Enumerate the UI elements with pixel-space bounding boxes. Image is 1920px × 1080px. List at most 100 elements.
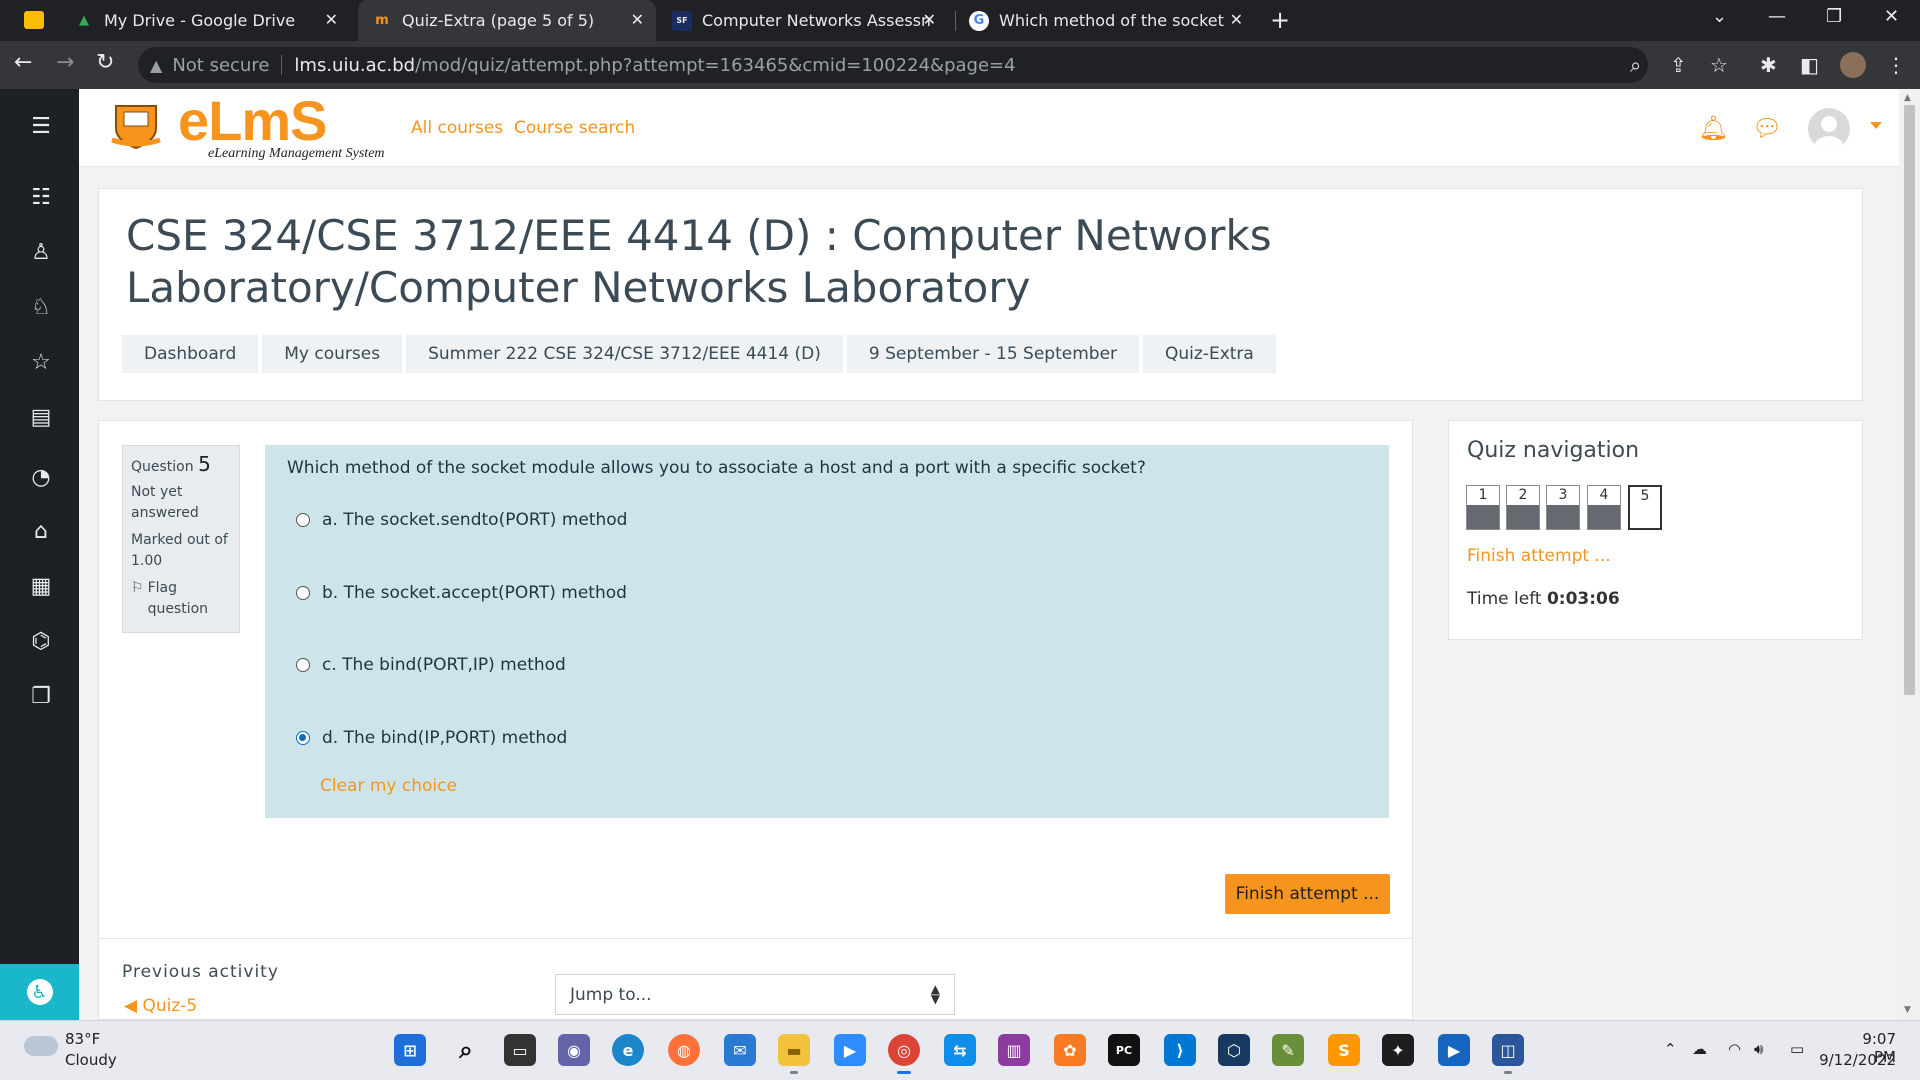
profile-avatar[interactable] bbox=[1840, 52, 1866, 78]
finish-attempt-button[interactable]: Finish attempt ... bbox=[1225, 874, 1390, 914]
start-windows-icon[interactable]: ⊞ bbox=[394, 1034, 426, 1066]
snipping-tool-icon[interactable]: ◫ bbox=[1492, 1034, 1524, 1066]
vscode-icon[interactable]: ⟩ bbox=[1164, 1034, 1196, 1066]
quiz-nav-button-3[interactable]: 3 bbox=[1546, 485, 1580, 530]
task-view-icon[interactable]: ▭ bbox=[504, 1034, 536, 1066]
breadcrumb-course[interactable]: Summer 222 CSE 324/CSE 3712/EEE 4414 (D) bbox=[406, 335, 843, 373]
file-explorer-icon[interactable]: ▬ bbox=[778, 1034, 810, 1066]
zoom-icon[interactable]: ⌕ bbox=[1630, 53, 1641, 77]
cloud-icon[interactable] bbox=[24, 1036, 58, 1056]
mail-icon[interactable]: ✉ bbox=[724, 1034, 756, 1066]
quiz-nav-finish-link[interactable]: Finish attempt ... bbox=[1467, 546, 1611, 566]
weather-temperature[interactable]: 83°F bbox=[65, 1030, 100, 1048]
paint-app-icon[interactable]: ✎ bbox=[1272, 1034, 1304, 1066]
winrar-icon[interactable]: ▥ bbox=[998, 1034, 1030, 1066]
forward-icon[interactable]: → bbox=[56, 50, 74, 75]
minimize-icon[interactable]: — bbox=[1768, 6, 1786, 27]
star-icon[interactable]: ☆ bbox=[28, 349, 54, 375]
back-icon[interactable]: ← bbox=[14, 50, 32, 75]
scroll-up-arrow-icon[interactable]: ▲ bbox=[1904, 93, 1911, 103]
firefox-icon[interactable]: ◍ bbox=[668, 1034, 700, 1066]
user-icon[interactable]: ♙ bbox=[28, 239, 54, 265]
scrollbar-thumb[interactable] bbox=[1904, 105, 1915, 695]
share-icon[interactable]: ⇪ bbox=[1670, 53, 1687, 77]
dashboard-gauge-icon[interactable]: ◔ bbox=[28, 464, 54, 490]
elms-logo[interactable]: eLmS bbox=[178, 88, 327, 153]
extensions-icon[interactable]: ✱ bbox=[1760, 53, 1777, 77]
quiz-nav-button-1[interactable]: 1 bbox=[1466, 485, 1500, 530]
tab-list-icon[interactable]: ⌄ bbox=[1712, 6, 1727, 27]
wifi-icon[interactable]: ◠ bbox=[1728, 1040, 1741, 1058]
answer-option-b[interactable]: b. The socket.accept(PORT) method bbox=[296, 583, 627, 603]
list-icon[interactable]: ☷ bbox=[28, 184, 54, 210]
files-icon[interactable]: ❐ bbox=[28, 683, 54, 709]
new-tab-button[interactable]: + bbox=[1270, 6, 1290, 34]
calendar-icon[interactable]: ▦ bbox=[28, 573, 54, 599]
figma-icon[interactable]: ✦ bbox=[1382, 1034, 1414, 1066]
teamviewer-icon[interactable]: ⇆ bbox=[944, 1034, 976, 1066]
clear-choice-link[interactable]: Clear my choice bbox=[320, 776, 457, 796]
edge-icon[interactable]: e bbox=[612, 1034, 644, 1066]
pycharm-icon[interactable]: PC bbox=[1108, 1034, 1140, 1066]
tab-which-method[interactable]: G Which method of the socket mod ✕ bbox=[955, 0, 1255, 41]
reload-icon[interactable]: ↻ bbox=[96, 50, 114, 75]
radio-button-selected[interactable] bbox=[296, 731, 310, 745]
answer-option-a[interactable]: a. The socket.sendto(PORT) method bbox=[296, 510, 627, 530]
xampp-icon[interactable]: ✿ bbox=[1054, 1034, 1086, 1066]
notifications-bell-icon[interactable]: 🔔︎ bbox=[1698, 114, 1728, 142]
tab-search-icon[interactable] bbox=[24, 11, 44, 29]
jump-to-select[interactable]: Jump to... ▲ ▼ bbox=[555, 974, 955, 1015]
radio-button[interactable] bbox=[296, 586, 310, 600]
answer-option-d[interactable]: d. The bind(IP,PORT) method bbox=[296, 728, 567, 748]
breadcrumb-week[interactable]: 9 September - 15 September bbox=[846, 335, 1140, 373]
close-tab-icon[interactable]: ✕ bbox=[325, 10, 338, 29]
bookmark-star-icon[interactable]: ☆ bbox=[1710, 53, 1728, 77]
messages-icon[interactable]: 💬︎ bbox=[1752, 114, 1782, 142]
breadcrumb-dashboard[interactable]: Dashboard bbox=[122, 335, 259, 373]
hamburger-icon[interactable]: ☰ bbox=[28, 113, 54, 139]
volume-icon[interactable]: 🔊︎ bbox=[1754, 1040, 1763, 1058]
radio-button[interactable] bbox=[296, 513, 310, 527]
virtualbox-icon[interactable]: ⬡ bbox=[1218, 1034, 1250, 1066]
accessibility-button[interactable]: ♿ bbox=[0, 964, 79, 1020]
graduation-cap-icon[interactable]: ⌬ bbox=[28, 628, 54, 654]
close-tab-icon[interactable]: ✕ bbox=[631, 10, 644, 29]
previous-activity-link[interactable]: ◀ Quiz-5 bbox=[124, 996, 197, 1016]
tab-computer-networks-assessment[interactable]: SF Computer Networks Assessment ✕ bbox=[658, 0, 948, 41]
close-tab-icon[interactable]: ✕ bbox=[923, 10, 936, 29]
home-icon[interactable]: ⌂ bbox=[28, 518, 54, 544]
menu-kebab-icon[interactable]: ⋮ bbox=[1886, 53, 1906, 77]
scroll-down-arrow-icon[interactable]: ▼ bbox=[1904, 1005, 1911, 1015]
close-tab-icon[interactable]: ✕ bbox=[1230, 10, 1243, 29]
user-menu-caret-icon[interactable] bbox=[1870, 122, 1882, 129]
university-crest-logo[interactable] bbox=[108, 96, 164, 152]
restore-icon[interactable]: ❐ bbox=[1826, 6, 1842, 27]
badge-icon[interactable]: ♘ bbox=[28, 294, 54, 320]
radio-button[interactable] bbox=[296, 658, 310, 672]
book-icon[interactable]: ▤ bbox=[28, 404, 54, 430]
search-icon[interactable]: ⌕ bbox=[450, 1034, 482, 1066]
flag-question-link[interactable]: ⚐ Flag question bbox=[131, 578, 231, 620]
quiz-nav-button-2[interactable]: 2 bbox=[1506, 485, 1540, 530]
answer-option-c[interactable]: c. The bind(PORT,IP) method bbox=[296, 655, 566, 675]
side-panel-icon[interactable]: ◧ bbox=[1800, 53, 1819, 77]
breadcrumb-quiz[interactable]: Quiz-Extra bbox=[1143, 335, 1276, 373]
tab-google-drive[interactable]: ▲ My Drive - Google Drive ✕ bbox=[60, 0, 350, 41]
onedrive-icon[interactable]: ☁ bbox=[1692, 1040, 1707, 1058]
weather-condition[interactable]: Cloudy bbox=[65, 1051, 117, 1069]
sublime-text-icon[interactable]: S bbox=[1328, 1034, 1360, 1066]
address-bar[interactable]: ▲ Not secure lms.uiu.ac.bd /mod/quiz/att… bbox=[138, 47, 1648, 83]
nav-course-search[interactable]: Course search bbox=[514, 118, 635, 138]
tab-quiz-extra[interactable]: m Quiz-Extra (page 5 of 5) ✕ bbox=[358, 0, 656, 41]
breadcrumb-my-courses[interactable]: My courses bbox=[262, 335, 403, 373]
media-player-icon[interactable]: ▶ bbox=[1438, 1034, 1470, 1066]
quiz-nav-button-4[interactable]: 4 bbox=[1587, 485, 1621, 530]
user-avatar[interactable] bbox=[1808, 108, 1850, 150]
nav-all-courses[interactable]: All courses bbox=[411, 118, 503, 138]
show-hidden-icons-icon[interactable]: ⌃ bbox=[1664, 1040, 1677, 1058]
chat-icon[interactable]: ◉ bbox=[558, 1034, 590, 1066]
close-window-icon[interactable]: ✕ bbox=[1884, 6, 1899, 27]
quiz-nav-button-5-current[interactable]: 5 bbox=[1628, 485, 1662, 530]
battery-icon[interactable]: ▭ bbox=[1790, 1040, 1804, 1058]
clock-date[interactable]: 9/12/2022 bbox=[1816, 1051, 1896, 1069]
